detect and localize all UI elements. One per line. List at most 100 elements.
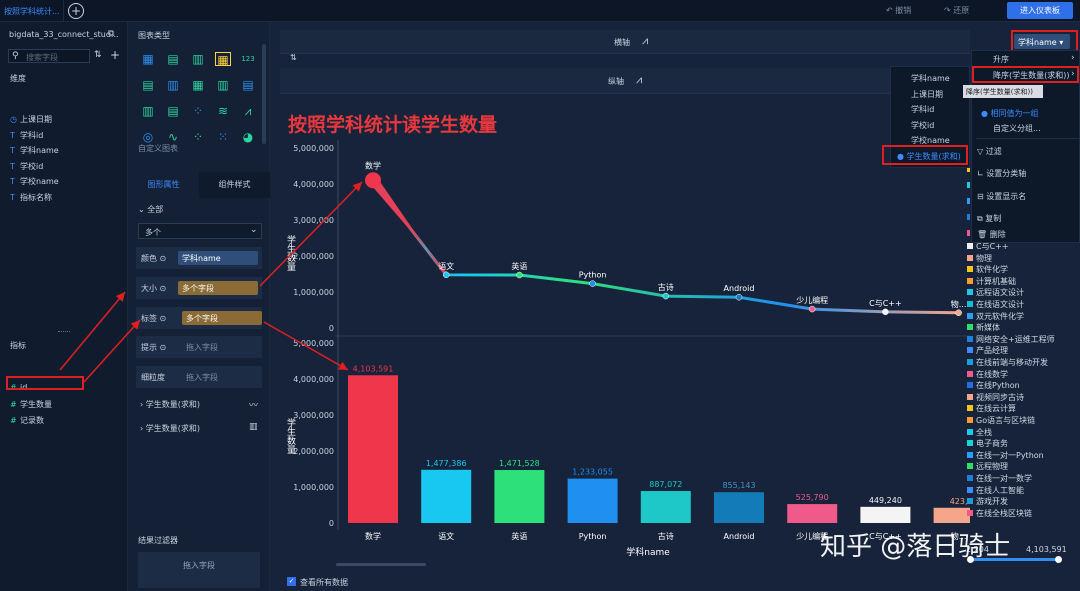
tab-component-style[interactable]: 组件样式 xyxy=(199,172,270,198)
dimension-item[interactable]: ◷ 上课日期 xyxy=(10,114,52,125)
bar-icon[interactable]: ▥ xyxy=(215,78,231,92)
line-point[interactable] xyxy=(516,271,523,279)
line-point[interactable] xyxy=(882,308,889,316)
tooltip-field-row[interactable]: 提示 ⊙ 拖入字段 xyxy=(136,336,262,358)
granularity-field-row[interactable]: 细粒度 拖入字段 xyxy=(136,366,262,388)
scrollbar[interactable] xyxy=(262,44,266,144)
bar[interactable] xyxy=(714,492,764,523)
row-bar-icon[interactable]: ▤ xyxy=(140,78,156,92)
menu-set-display-name[interactable]: ⊟ 设置显示名 xyxy=(977,191,1026,202)
dot-icon[interactable]: ⁘ xyxy=(190,130,206,144)
measure-item[interactable]: # 记录数 xyxy=(10,415,44,426)
legend-item[interactable]: 产品经理 xyxy=(967,345,1008,356)
horizontal-scrollbar[interactable] xyxy=(336,563,426,566)
dimension-item[interactable]: T 学校id xyxy=(10,161,43,172)
view-all-checkbox[interactable]: ✓ xyxy=(287,577,296,586)
grouped-bar-icon[interactable]: ▤ xyxy=(165,104,181,118)
axis-settings-icon[interactable]: ⩘ xyxy=(636,73,642,87)
line-point[interactable] xyxy=(955,309,962,317)
menu-set-category-axis[interactable]: ∟ 设置分类轴 xyxy=(977,168,1026,179)
legend-item[interactable]: 在线前端与移动开发 xyxy=(967,357,1048,368)
legend-item[interactable]: 网络安全+运维工程师 xyxy=(967,334,1055,345)
tab-shape-properties[interactable]: 图形属性 xyxy=(128,172,199,198)
legend-item[interactable]: 在线全栈区块链 xyxy=(967,508,1032,519)
area-icon[interactable]: ≋ xyxy=(215,104,231,118)
legend-item[interactable]: 电子商务 xyxy=(967,438,1008,449)
tab-chart[interactable]: 按照学科统计... xyxy=(0,0,64,22)
result-filter-dropzone[interactable]: 拖入字段 xyxy=(138,552,260,588)
menu-copy[interactable]: ⧉ 复制 xyxy=(977,213,1001,224)
bar[interactable] xyxy=(494,470,545,523)
line-point[interactable] xyxy=(589,280,596,287)
menu-custom-group[interactable]: 自定义分组... xyxy=(993,123,1041,134)
color-field-pill[interactable]: 学科name xyxy=(178,251,258,265)
chart-mode-select[interactable]: 多个 ⌄ xyxy=(138,223,262,239)
number-icon[interactable]: 123 xyxy=(240,52,256,66)
legend-item[interactable]: 在线数学 xyxy=(967,369,1008,380)
redo-button[interactable]: ↷ 还原 xyxy=(944,5,969,16)
line-point[interactable] xyxy=(808,305,816,313)
legend-item[interactable]: 在线一对一Python xyxy=(967,450,1044,461)
legend-item[interactable]: Go语言与区块链 xyxy=(967,415,1035,426)
swap-axes-icon[interactable]: ⇅ xyxy=(290,53,297,62)
label-field-row[interactable]: 标签 ⊙ 多个字段 xyxy=(136,307,262,329)
size-field-pill[interactable]: 多个字段 xyxy=(178,281,258,295)
bar[interactable] xyxy=(348,375,398,523)
bar[interactable] xyxy=(933,507,970,523)
axis-settings-icon[interactable]: ⩘ xyxy=(642,34,648,48)
legend-item[interactable]: 计算机基础 xyxy=(967,276,1016,287)
legend-item[interactable]: 新媒体 xyxy=(967,322,1000,333)
curve-icon[interactable]: ∿ xyxy=(165,130,181,144)
enter-dashboard-button[interactable]: 进入仪表板 xyxy=(1007,2,1073,19)
custom-chart-label[interactable]: 自定义图表 xyxy=(138,143,178,154)
sort-field-option[interactable]: 上课日期 xyxy=(911,89,943,100)
y-axis-shelf[interactable]: 纵轴 ⩘ xyxy=(280,68,970,94)
bar[interactable] xyxy=(787,504,838,523)
dataset-name[interactable]: bigdata_33_connect_stud... xyxy=(9,30,119,39)
bar[interactable] xyxy=(860,506,911,523)
all-group-toggle[interactable]: ⌄ 全部 xyxy=(138,204,163,215)
stacked-bar-icon[interactable]: ▥ xyxy=(165,78,181,92)
undo-button[interactable]: ↶ 撤销 xyxy=(886,5,911,16)
legend-item[interactable]: 远程物理 xyxy=(967,461,1008,472)
table-icon[interactable]: ▦ xyxy=(140,52,156,66)
legend-item[interactable]: 在线人工智能 xyxy=(967,485,1024,496)
resize-handle[interactable] xyxy=(58,331,70,334)
menu-delete[interactable]: 🗑 删除 xyxy=(977,229,1006,240)
sort-field-option[interactable]: 学科id xyxy=(911,104,934,115)
add-field-icon[interactable]: + xyxy=(110,48,120,62)
pie-icon[interactable]: ◕ xyxy=(240,130,256,144)
line-point[interactable] xyxy=(662,292,670,300)
legend-item[interactable]: 游戏开发 xyxy=(967,496,1008,507)
color-field-row[interactable]: 颜色 ⊙ 学科name xyxy=(136,247,262,269)
sort-fields-icon[interactable]: ⇅ xyxy=(94,50,102,60)
search-input[interactable]: ⚲ 搜索字段 xyxy=(8,49,90,63)
x-axis-shelf[interactable]: 横轴 ⩘ xyxy=(280,30,970,54)
bar[interactable] xyxy=(567,478,618,523)
bar[interactable] xyxy=(421,469,472,523)
column-icon[interactable]: ▥ xyxy=(140,104,156,118)
crosstab-icon[interactable]: ▤ xyxy=(165,52,181,66)
sort-field-option[interactable]: 学校id xyxy=(911,120,934,131)
menu-same-group[interactable]: ● 相同值为一组 xyxy=(981,108,1039,119)
line-icon[interactable]: ⩘ xyxy=(240,104,256,118)
measure-item[interactable]: # 学生数量 xyxy=(10,399,52,410)
add-tab-icon[interactable]: + xyxy=(68,3,84,19)
legend-item[interactable]: 物理 xyxy=(967,253,992,264)
legend-item[interactable]: 在线云计算 xyxy=(967,403,1016,414)
legend-item[interactable]: 软件化学 xyxy=(967,264,1008,275)
legend-item[interactable]: 在线语文设计 xyxy=(967,299,1024,310)
scatter-icon[interactable]: ⁘ xyxy=(190,104,206,118)
legend-item[interactable]: 远程语文设计 xyxy=(967,287,1024,298)
dimension-item[interactable]: T 指标名称 xyxy=(10,192,52,203)
dimension-item[interactable]: T 学科id xyxy=(10,130,43,141)
legend-item[interactable]: 在线一对一数学 xyxy=(967,473,1032,484)
line-point[interactable] xyxy=(735,293,743,301)
legend-item[interactable]: 在线Python xyxy=(967,380,1020,391)
dimension-item[interactable]: T 学校name xyxy=(10,176,59,187)
bubble-icon[interactable]: ⁙ xyxy=(215,130,231,144)
grid-icon[interactable]: ▥ xyxy=(190,52,206,66)
switch-dataset-icon[interactable]: ⧉ xyxy=(108,29,114,39)
menu-filter[interactable]: ▽ 过滤 xyxy=(977,146,1002,157)
heatmap-icon[interactable]: ▦ xyxy=(190,78,206,92)
